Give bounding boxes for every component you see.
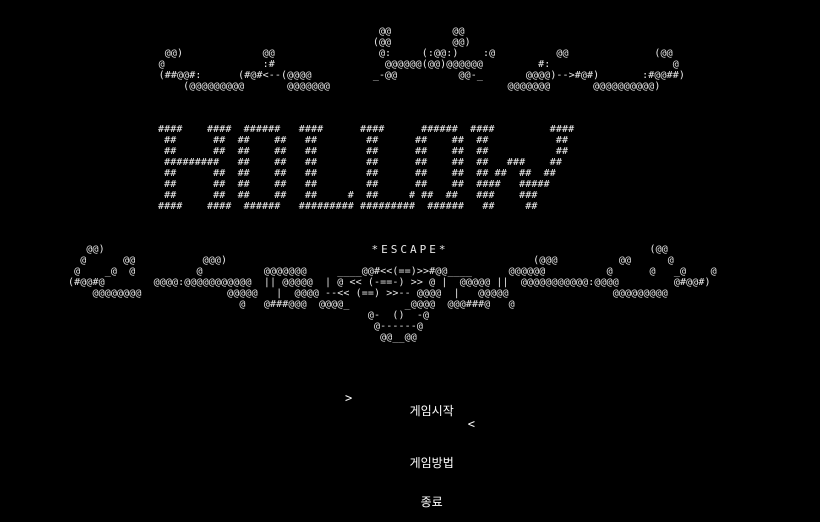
ascii-art-title-hollow: #### #### ###### #### #### ###### #### #… bbox=[158, 124, 575, 212]
ascii-art-bottom-ornament: @@) (@@ @ @@ @@@) (@@@ @@ @ @ _@ @ @ @@@… bbox=[68, 244, 717, 343]
menu-item-quit[interactable]: 종료 bbox=[377, 483, 443, 522]
menu-item-label: 종료 bbox=[420, 495, 443, 509]
menu-item-label: 게임시작 bbox=[409, 404, 454, 418]
game-screen: @@ @@ (@@ @@) @@) @@ @: (:@@:) :@ @@ (@@… bbox=[0, 0, 820, 509]
menu-item-how-to-play[interactable]: 게임방법 bbox=[366, 444, 454, 483]
main-menu: > 게임시작 < 게임방법 종료 bbox=[0, 379, 820, 522]
menu-item-label: 게임방법 bbox=[409, 456, 454, 470]
ascii-art-top-ornament: @@ @@ (@@ @@) @@) @@ @: (:@@:) :@ @@ (@@… bbox=[158, 26, 685, 92]
menu-item-start-game[interactable]: > 게임시작 < bbox=[345, 379, 475, 444]
menu-cursor-right: < bbox=[467, 417, 475, 431]
menu-cursor-left: > bbox=[345, 391, 353, 405]
